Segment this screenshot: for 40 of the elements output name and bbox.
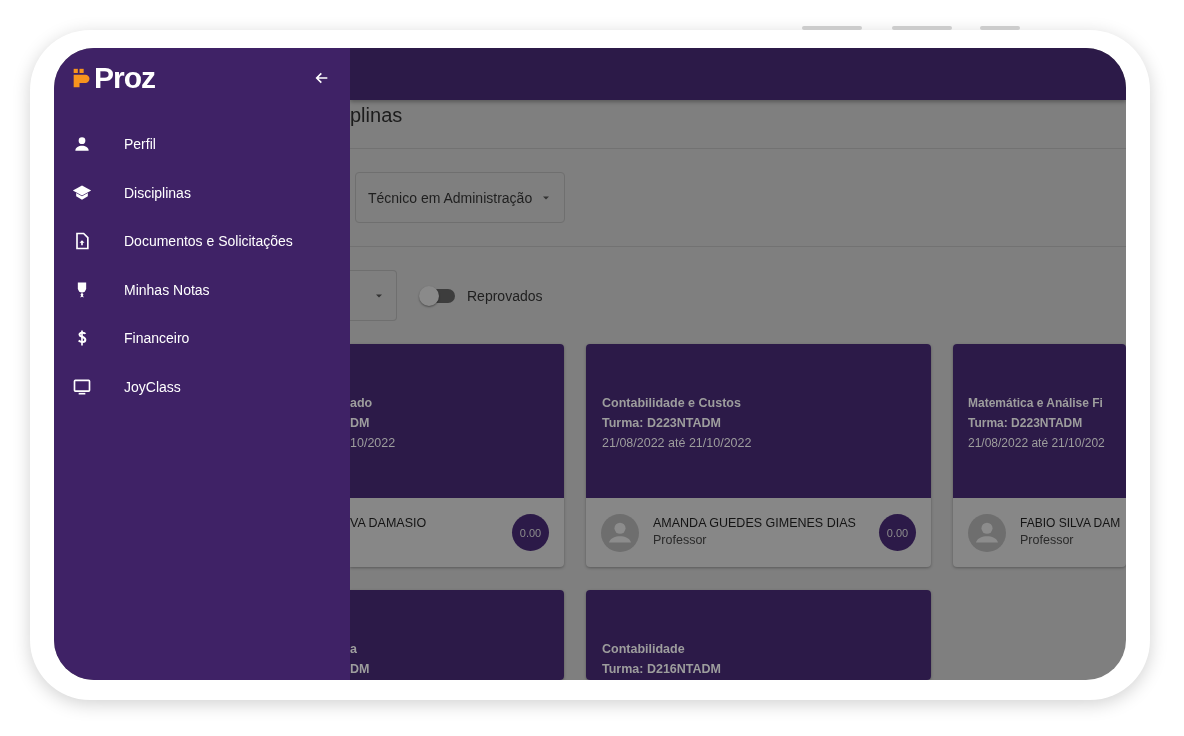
page-title: plinas [350, 103, 404, 128]
sidebar-item[interactable]: JoyClass [54, 362, 350, 411]
sidebar-item[interactable]: Documentos e Solicitações [54, 217, 350, 266]
class-code: DM [350, 415, 371, 432]
course-card[interactable]: Contabilidade Turma: D216NTADM [586, 590, 931, 680]
teacher-name: FABIO SILVA DAM [1020, 516, 1121, 530]
course-dates: 10/2022 [350, 435, 397, 452]
course-title: Contabilidade e Custos [602, 395, 742, 412]
course-dates: 21/08/2022 até 21/10/202 [968, 435, 1106, 452]
sidebar-item[interactable]: Disciplinas [54, 168, 350, 217]
grade-badge: 0.00 [879, 514, 916, 551]
sidebar-item[interactable]: Minhas Notas [54, 265, 350, 314]
class-code: Turma: D216NTADM [602, 661, 722, 678]
class-code: DM [350, 661, 371, 678]
course-card[interactable]: ado DM 10/2022 VA DAMASIO 0.00 [350, 344, 564, 567]
logo: Proz [72, 61, 155, 95]
course-card[interactable]: Contabilidade e Custos Turma: D223NTADM 21/08/2022 até 21/10/2022 AMANDA GUEDES GIMENES DIAS Professor 0.00 [586, 344, 931, 567]
toggle-label: Reprovados [467, 287, 543, 304]
class-code: Turma: D223NTADM [602, 415, 722, 432]
class-code: Turma: D223NTADM [968, 415, 1084, 432]
course-title: a [350, 641, 358, 658]
course-card[interactable]: a DM [350, 590, 564, 680]
arrow-left-icon [314, 70, 330, 86]
course-title: ado [350, 395, 374, 412]
course-dates: 21/08/2022 até 21/10/2022 [602, 435, 753, 452]
teacher-role: Professor [653, 533, 708, 547]
teacher-name: VA DAMASIO [350, 516, 428, 530]
avatar-icon [968, 513, 1006, 552]
sidebar-item[interactable]: Perfil [54, 120, 350, 169]
avatar-icon [601, 513, 639, 552]
teacher-name: AMANDA GUEDES GIMENES DIAS [653, 516, 857, 530]
teacher-role: Professor [1020, 533, 1075, 547]
back-button[interactable] [314, 70, 330, 86]
course-title: Matemática e Análise Fi [968, 395, 1104, 412]
grade-badge: 0.00 [512, 514, 549, 551]
course-card[interactable]: Matemática e Análise Fi Turma: D223NTADM 21/08/2022 até 21/10/202 FABIO SILVA DAM Professor [953, 344, 1126, 567]
course-select[interactable]: Técnico em Administração [355, 172, 566, 224]
course-title: Contabilidade [602, 641, 686, 658]
sidebar-item[interactable]: Financeiro [54, 314, 350, 363]
toggle-switch[interactable] [421, 288, 455, 303]
